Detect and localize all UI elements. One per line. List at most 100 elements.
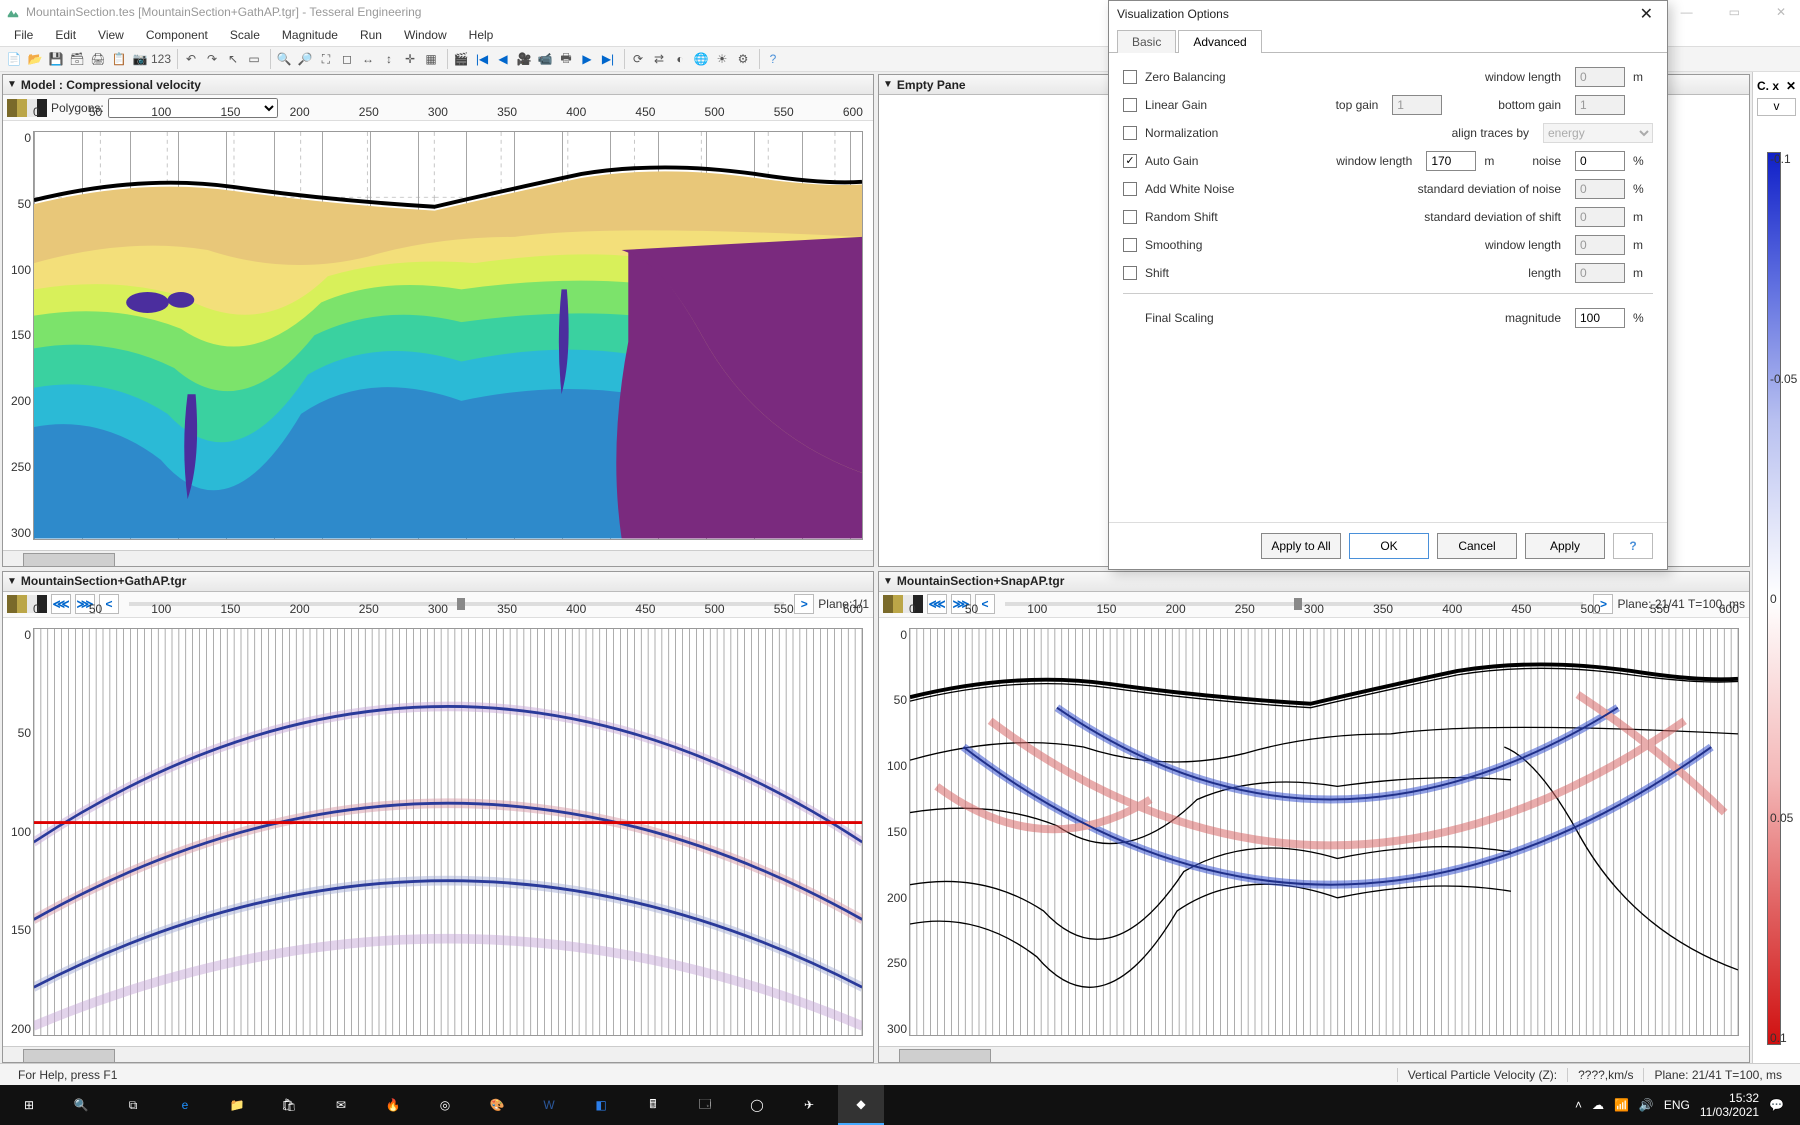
tb-last-icon[interactable]: ▶|: [598, 49, 618, 69]
tb-record-icon[interactable]: 🎥: [514, 49, 534, 69]
tray-wifi-icon[interactable]: 📶: [1614, 1098, 1629, 1112]
pane-snap-header[interactable]: ▼ MountainSection+SnapAP.tgr: [879, 572, 1749, 592]
menu-run[interactable]: Run: [350, 26, 392, 44]
window-close-icon[interactable]: ✕: [1768, 5, 1794, 19]
tb-stop-icon[interactable]: 📹: [535, 49, 555, 69]
btn-apply-all[interactable]: Apply to All: [1261, 533, 1341, 559]
tray-lang[interactable]: ENG: [1664, 1098, 1690, 1112]
search-icon[interactable]: 🔍: [58, 1085, 104, 1125]
tb-zoomwin-icon[interactable]: ◻: [337, 49, 357, 69]
inp-zero-winlen[interactable]: [1575, 67, 1625, 87]
menu-edit[interactable]: Edit: [45, 26, 86, 44]
tb-prev-icon[interactable]: ◀: [493, 49, 513, 69]
tb-toggle-icon[interactable]: ◐: [670, 49, 690, 69]
mail-icon[interactable]: ✉: [318, 1085, 364, 1125]
word-icon[interactable]: W: [526, 1085, 572, 1125]
inp-smooth-winlen[interactable]: [1575, 235, 1625, 255]
tb-undo-icon[interactable]: ↶: [181, 49, 201, 69]
chk-white-noise[interactable]: [1123, 182, 1137, 196]
tb-printframe-icon[interactable]: 🖶: [556, 49, 576, 69]
chk-random-shift[interactable]: [1123, 210, 1137, 224]
tb-cursor-icon[interactable]: ↖: [223, 49, 243, 69]
explorer-icon[interactable]: 📁: [214, 1085, 260, 1125]
tb-first-icon[interactable]: |◀: [472, 49, 492, 69]
btn-help[interactable]: ?: [1613, 533, 1653, 559]
tb-movie-icon[interactable]: 🎬: [451, 49, 471, 69]
chk-auto-gain[interactable]: ✓: [1123, 154, 1137, 168]
chk-smoothing[interactable]: [1123, 238, 1137, 252]
btn-ok[interactable]: OK: [1349, 533, 1429, 559]
taskview-icon[interactable]: ⧉: [110, 1085, 156, 1125]
tb-layers-icon[interactable]: ☀: [712, 49, 732, 69]
menu-scale[interactable]: Scale: [220, 26, 270, 44]
inp-noise-std[interactable]: [1575, 179, 1625, 199]
tray-cloud-icon[interactable]: ☁: [1592, 1098, 1604, 1112]
tb-new-icon[interactable]: 📄: [4, 49, 24, 69]
app2-icon[interactable]: ◎: [422, 1085, 468, 1125]
chrome-icon[interactable]: ◯: [734, 1085, 780, 1125]
paint-icon[interactable]: 🎨: [474, 1085, 520, 1125]
tb-saveall-icon[interactable]: 🗃: [67, 49, 87, 69]
tb-copy-icon[interactable]: 📋: [109, 49, 129, 69]
chk-zero-balancing[interactable]: [1123, 70, 1137, 84]
tb-zoomin-icon[interactable]: 🔍: [274, 49, 294, 69]
model-hscroll[interactable]: [3, 550, 873, 566]
inp-auto-winlen[interactable]: [1426, 151, 1476, 171]
legend-dropdown[interactable]: v: [1757, 98, 1796, 116]
window-minimize-icon[interactable]: —: [1673, 5, 1701, 19]
app1-icon[interactable]: 🔥: [370, 1085, 416, 1125]
btn-apply[interactable]: Apply: [1525, 533, 1605, 559]
tb-screenshot-icon[interactable]: 📷: [130, 49, 150, 69]
snap-hscroll[interactable]: [879, 1046, 1749, 1062]
tesseral-icon[interactable]: ◆: [838, 1085, 884, 1125]
menu-view[interactable]: View: [88, 26, 134, 44]
tb-globe-icon[interactable]: 🌐: [691, 49, 711, 69]
tb-select-icon[interactable]: ▭: [244, 49, 264, 69]
collapse-icon[interactable]: ▼: [7, 576, 17, 587]
btn-cancel[interactable]: Cancel: [1437, 533, 1517, 559]
pane-model-header[interactable]: ▼ Model : Compressional velocity: [3, 75, 873, 95]
tb-settings-icon[interactable]: ⚙: [733, 49, 753, 69]
gath-hscroll[interactable]: [3, 1046, 873, 1062]
edge-icon[interactable]: e: [162, 1085, 208, 1125]
tray-sound-icon[interactable]: 🔊: [1639, 1098, 1654, 1112]
pane-gath-header[interactable]: ▼ MountainSection+GathAP.tgr: [3, 572, 873, 592]
tb-zoomfit-icon[interactable]: ⛶: [316, 49, 336, 69]
inp-shift-len[interactable]: [1575, 263, 1625, 283]
start-icon[interactable]: ⊞: [6, 1085, 52, 1125]
store-icon[interactable]: 🛍: [266, 1085, 312, 1125]
model-plot[interactable]: 050100150200250300350400450500550600 050…: [3, 121, 873, 550]
collapse-icon[interactable]: ▼: [7, 79, 17, 90]
inp-auto-noise[interactable]: [1575, 151, 1625, 171]
chk-normalization[interactable]: [1123, 126, 1137, 140]
tb-axes-icon[interactable]: ✛: [400, 49, 420, 69]
tb-numeric-icon[interactable]: 123: [151, 49, 171, 69]
window-maximize-icon[interactable]: ▭: [1721, 5, 1748, 19]
legend-close-icon[interactable]: ✕: [1786, 79, 1796, 93]
tb-fith-icon[interactable]: ↔: [358, 49, 378, 69]
inp-shift-std[interactable]: [1575, 207, 1625, 227]
dialog-close-icon[interactable]: ✕: [1634, 4, 1659, 24]
tab-advanced[interactable]: Advanced: [1178, 30, 1261, 53]
inp-bottom-gain[interactable]: [1575, 95, 1625, 115]
tray-up-icon[interactable]: ˄: [1575, 1098, 1582, 1112]
app4-icon[interactable]: 🗔: [682, 1085, 728, 1125]
tb-next-icon[interactable]: ▶: [577, 49, 597, 69]
chk-shift[interactable]: [1123, 266, 1137, 280]
sel-align-traces[interactable]: energy: [1543, 123, 1653, 143]
tb-open-icon[interactable]: 📂: [25, 49, 45, 69]
tb-redo-icon[interactable]: ↷: [202, 49, 222, 69]
app3-icon[interactable]: ◧: [578, 1085, 624, 1125]
snap-plot[interactable]: 050100150200250300350400450500550600 050…: [879, 618, 1749, 1047]
tb-fitv-icon[interactable]: ↕: [379, 49, 399, 69]
inp-top-gain[interactable]: [1392, 95, 1442, 115]
tb-refresh-icon[interactable]: ⟳: [628, 49, 648, 69]
tb-sync-icon[interactable]: ⇄: [649, 49, 669, 69]
tb-save-icon[interactable]: 💾: [46, 49, 66, 69]
tb-grid-icon[interactable]: ▦: [421, 49, 441, 69]
chk-linear-gain[interactable]: [1123, 98, 1137, 112]
collapse-icon[interactable]: ▼: [883, 576, 893, 587]
inp-magnitude[interactable]: [1575, 308, 1625, 328]
tray-notif-icon[interactable]: 💬: [1769, 1098, 1784, 1112]
tab-basic[interactable]: Basic: [1117, 30, 1176, 53]
